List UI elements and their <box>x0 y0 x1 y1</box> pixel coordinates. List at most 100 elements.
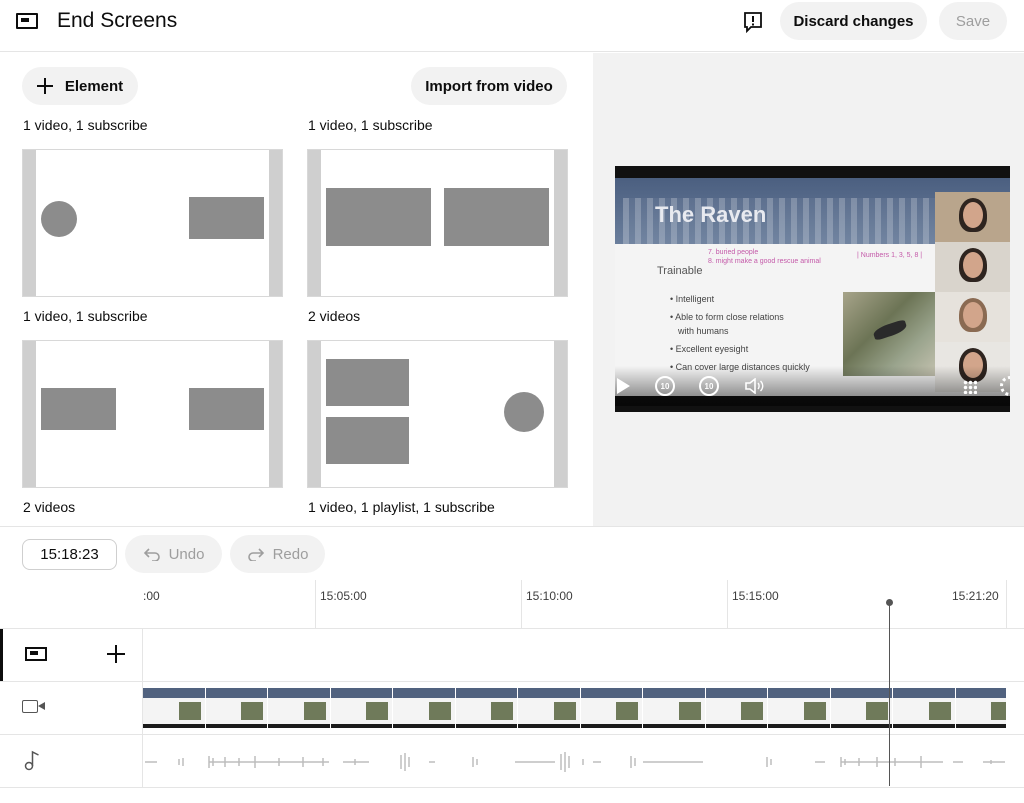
time-tick <box>1006 580 1007 629</box>
bullet: with humans <box>678 326 729 336</box>
video-thumbnail <box>768 688 831 728</box>
forward-10-icon[interactable]: 10 <box>699 376 719 396</box>
video-thumbnail <box>143 688 206 728</box>
end-screen-icon <box>16 13 38 29</box>
template-border <box>23 150 36 296</box>
save-button[interactable]: Save <box>939 2 1007 40</box>
import-caption: 1 video, 1 subscribe <box>308 117 433 133</box>
redo-arrow-icon <box>247 548 264 561</box>
person-face <box>963 302 983 328</box>
end-screen-track-header <box>0 629 143 681</box>
video-track-header <box>0 682 143 734</box>
person-face <box>963 202 983 228</box>
template-card-4[interactable] <box>307 340 568 488</box>
discard-changes-button[interactable]: Discard changes <box>780 2 927 40</box>
video-element <box>326 359 409 406</box>
time-tick-label: :00 <box>143 589 160 603</box>
bullet: • Excellent eyesight <box>670 344 749 354</box>
plus-icon <box>36 78 53 94</box>
template-border <box>308 341 321 487</box>
video-thumbnail <box>893 688 956 728</box>
slide-note: 8. might make a good rescue animal <box>708 258 821 265</box>
template-card-1[interactable] <box>22 149 283 297</box>
video-thumbnail <box>393 688 456 728</box>
add-element-label: Element <box>64 77 124 95</box>
subscribe-element <box>41 201 77 237</box>
template-card-3[interactable] <box>22 340 283 488</box>
video-element <box>189 197 264 239</box>
video-frame: The Raven Trainable 7. buried people 8. … <box>615 178 1010 396</box>
template-border <box>269 341 282 487</box>
template-caption-4: 1 video, 1 playlist, 1 subscribe <box>308 499 495 515</box>
end-screen-templates-panel: Element Import from video 1 video, 1 sub… <box>0 53 593 526</box>
time-tick <box>727 580 728 629</box>
audio-track <box>0 735 1024 788</box>
video-thumbnail <box>830 688 893 728</box>
redo-label: Redo <box>272 545 309 563</box>
end-screens-editor: End Screens Discard changes Save Element… <box>0 0 1024 803</box>
video-preview[interactable]: The Raven Trainable 7. buried people 8. … <box>615 166 1010 412</box>
video-track <box>0 682 1024 735</box>
time-tick-label: 15:15:00 <box>732 589 779 603</box>
video-thumbnails[interactable] <box>143 688 1006 728</box>
feedback-icon[interactable] <box>742 11 764 33</box>
person-face <box>963 252 983 278</box>
undo-label: Undo <box>168 545 205 563</box>
playlist-element <box>326 417 409 464</box>
template-card-2[interactable] <box>307 149 568 297</box>
slide-note: | Numbers 1, 3, 5, 8 | <box>857 252 923 259</box>
bullet: • Intelligent <box>670 294 715 304</box>
add-element-button[interactable]: Element <box>22 67 138 105</box>
current-element-caption: 1 video, 1 subscribe <box>23 117 148 133</box>
video-element <box>444 188 549 246</box>
time-tick <box>521 580 522 629</box>
add-plus-icon[interactable] <box>107 645 125 663</box>
video-thumbnail <box>705 688 768 728</box>
webcam-thumbnail <box>935 242 1010 292</box>
time-tick-label: 15:21:20 <box>952 589 999 603</box>
playhead-line[interactable] <box>889 603 890 786</box>
timeline-toolbar: 15:18:23 Undo Redo <box>0 526 1024 580</box>
timecode-input[interactable]: 15:18:23 <box>22 539 117 570</box>
webcam-thumbnail <box>935 192 1010 242</box>
video-element <box>189 388 264 430</box>
audio-waveform[interactable] <box>143 747 1013 777</box>
template-border <box>269 150 282 296</box>
webcam-thumbnail <box>935 292 1010 342</box>
slide-note: 7. buried people <box>708 249 759 256</box>
template-caption-3: 2 videos <box>23 499 76 515</box>
redo-button[interactable]: Redo <box>230 535 325 573</box>
end-screen-icon <box>25 647 47 661</box>
video-thumbnail <box>455 688 518 728</box>
raven-image <box>843 292 938 376</box>
video-camera-icon <box>22 700 45 713</box>
video-thumbnail <box>205 688 268 728</box>
template-border <box>23 341 36 487</box>
header: End Screens Discard changes Save <box>0 0 1024 52</box>
timeline-ruler[interactable]: :00 15:05:00 15:10:00 15:15:00 15:21:20 <box>0 580 1024 629</box>
video-thumbnail <box>643 688 706 728</box>
video-element <box>41 388 116 430</box>
template-border <box>554 341 567 487</box>
video-element <box>326 188 431 246</box>
undo-button[interactable]: Undo <box>125 535 222 573</box>
import-from-video-button[interactable]: Import from video <box>411 67 567 105</box>
end-screen-track <box>0 629 1024 682</box>
music-note-icon <box>24 750 39 771</box>
video-thumbnail <box>580 688 643 728</box>
template-caption-2: 2 videos <box>308 308 361 324</box>
time-tick-label: 15:05:00 <box>320 589 367 603</box>
time-tick-label: 15:10:00 <box>526 589 573 603</box>
template-border <box>554 150 567 296</box>
subscribe-element <box>504 392 544 432</box>
page-title: End Screens <box>57 9 178 32</box>
rewind-10-icon[interactable]: 10 <box>655 376 675 396</box>
template-border <box>308 150 321 296</box>
bullet: • Able to form close relations <box>670 312 784 322</box>
time-tick <box>315 580 316 629</box>
chapters-grid-icon[interactable] <box>963 380 977 394</box>
undo-arrow-icon <box>143 548 160 561</box>
volume-icon[interactable] <box>745 378 765 394</box>
play-icon[interactable] <box>617 378 630 394</box>
video-thumbnail <box>330 688 393 728</box>
